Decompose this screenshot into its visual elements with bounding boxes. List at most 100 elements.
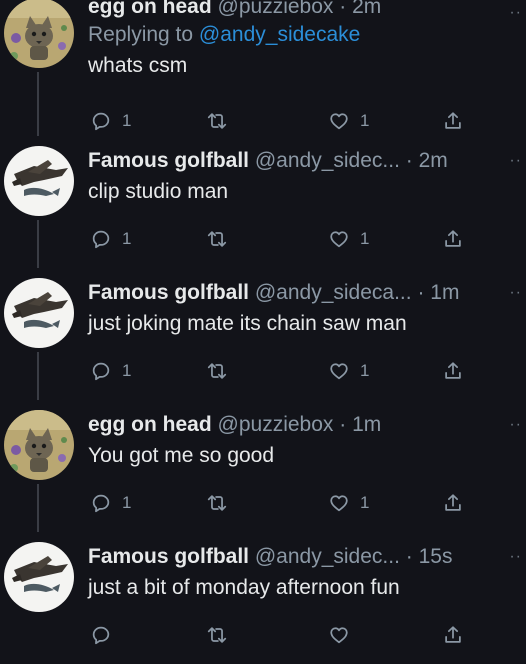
share-button[interactable]	[442, 108, 464, 134]
reply-button[interactable]	[90, 622, 122, 648]
retweet-icon	[206, 110, 228, 132]
bird-avatar[interactable]	[4, 146, 74, 216]
separator-dot: ·	[339, 413, 347, 436]
retweet-button[interactable]	[206, 622, 238, 648]
retweet-button[interactable]	[206, 108, 238, 134]
retweet-icon	[206, 228, 228, 250]
tweet-content: egg on head @puzziebox · 2m Replying to …	[88, 0, 506, 80]
display-name[interactable]: Famous golfball	[88, 281, 249, 304]
tweet[interactable]: ·· egg on head @puzziebox · 1m You got m…	[0, 400, 526, 532]
username[interactable]: @andy_sidec...	[255, 149, 400, 172]
share-button[interactable]	[442, 226, 464, 252]
tweet-text: whats csm	[88, 54, 188, 77]
tweet[interactable]: ·· egg on head @puzziebox · 2m Replying …	[0, 0, 526, 136]
tweet-text: clip studio man	[88, 180, 229, 203]
like-count: 1	[360, 361, 370, 380]
username[interactable]: @puzziebox	[218, 0, 334, 18]
reply-count: 1	[122, 229, 132, 248]
share-icon	[442, 110, 464, 132]
share-button[interactable]	[442, 490, 464, 516]
like-icon	[328, 360, 350, 382]
like-count: 1	[360, 493, 370, 512]
more-icon[interactable]: ··	[509, 4, 522, 22]
reply-icon	[90, 624, 112, 646]
more-icon[interactable]: ··	[509, 152, 522, 170]
separator-dot: ·	[339, 0, 347, 18]
username[interactable]: @puzziebox	[218, 413, 334, 436]
tweet-header: Famous golfball @andy_sideca... · 1m	[88, 280, 506, 306]
like-button[interactable]: 1	[328, 490, 369, 516]
like-count: 1	[360, 229, 370, 248]
conversation-thread: ·· egg on head @puzziebox · 2m Replying …	[0, 0, 526, 664]
tweet-actions: 1 1	[88, 226, 488, 252]
reply-button[interactable]: 1	[90, 358, 131, 384]
like-icon	[328, 228, 350, 250]
tweet-actions: 1 1	[88, 358, 488, 384]
like-button[interactable]	[328, 622, 360, 648]
tweet[interactable]: ·· Famous golfball @andy_sidec... · 2m c…	[0, 136, 526, 268]
like-icon	[328, 110, 350, 132]
tweet-header: Famous golfball @andy_sidec... · 15s	[88, 544, 506, 570]
separator-dot: ·	[405, 545, 413, 568]
tweet-text: You got me so good	[88, 444, 275, 467]
tweet-header: Famous golfball @andy_sidec... · 2m	[88, 148, 506, 174]
tweet-text: just a bit of monday afternoon fun	[88, 576, 400, 599]
retweet-icon	[206, 624, 228, 646]
username[interactable]: @andy_sidec...	[255, 545, 400, 568]
tweet-actions: 1 1	[88, 490, 488, 516]
reply-count: 1	[122, 111, 132, 130]
timestamp[interactable]: 2m	[419, 149, 448, 172]
separator-dot: ·	[417, 281, 425, 304]
timestamp[interactable]: 2m	[352, 0, 381, 18]
reply-icon	[90, 228, 112, 250]
share-icon	[442, 624, 464, 646]
mention-link[interactable]: @andy_sidecake	[199, 23, 360, 46]
like-button[interactable]: 1	[328, 226, 369, 252]
reply-icon	[90, 360, 112, 382]
replying-to: Replying to @andy_sidecake	[88, 22, 506, 48]
display-name[interactable]: Famous golfball	[88, 149, 249, 172]
retweet-button[interactable]	[206, 226, 238, 252]
more-icon[interactable]: ··	[509, 548, 522, 566]
tweet-text: just joking mate its chain saw man	[88, 312, 407, 335]
cat-avatar[interactable]	[4, 410, 74, 480]
thread-connector-line	[37, 72, 39, 136]
tweet-content: Famous golfball @andy_sidec... · 2m clip…	[88, 148, 506, 206]
reply-button[interactable]: 1	[90, 490, 131, 516]
like-button[interactable]: 1	[328, 358, 369, 384]
separator-dot: ·	[405, 149, 413, 172]
timestamp[interactable]: 15s	[419, 545, 453, 568]
tweet[interactable]: ·· Famous golfball @andy_sidec... · 15s …	[0, 532, 526, 664]
timestamp[interactable]: 1m	[430, 281, 459, 304]
timestamp[interactable]: 1m	[352, 413, 381, 436]
display-name[interactable]: egg on head	[88, 413, 212, 436]
like-icon	[328, 624, 350, 646]
bird-avatar[interactable]	[4, 542, 74, 612]
reply-icon	[90, 492, 112, 514]
reply-button[interactable]: 1	[90, 226, 131, 252]
retweet-icon	[206, 360, 228, 382]
more-icon[interactable]: ··	[509, 284, 522, 302]
username[interactable]: @andy_sideca...	[255, 281, 412, 304]
bird-avatar[interactable]	[4, 278, 74, 348]
reply-icon	[90, 110, 112, 132]
tweet[interactable]: ·· Famous golfball @andy_sideca... · 1m …	[0, 268, 526, 400]
retweet-button[interactable]	[206, 358, 238, 384]
tweet-content: Famous golfball @andy_sidec... · 15s jus…	[88, 544, 506, 602]
thread-connector-line	[37, 484, 39, 532]
cat-avatar[interactable]	[4, 0, 74, 68]
thread-connector-line	[37, 352, 39, 400]
reply-button[interactable]: 1	[90, 108, 131, 134]
share-icon	[442, 360, 464, 382]
thread-connector-line	[37, 220, 39, 268]
display-name[interactable]: Famous golfball	[88, 545, 249, 568]
like-button[interactable]: 1	[328, 108, 369, 134]
display-name[interactable]: egg on head	[88, 0, 212, 18]
tweet-content: Famous golfball @andy_sideca... · 1m jus…	[88, 280, 506, 338]
retweet-button[interactable]	[206, 490, 238, 516]
replying-to-label: Replying to	[88, 23, 199, 46]
share-button[interactable]	[442, 622, 464, 648]
more-icon[interactable]: ··	[509, 416, 522, 434]
share-button[interactable]	[442, 358, 464, 384]
reply-count: 1	[122, 493, 132, 512]
